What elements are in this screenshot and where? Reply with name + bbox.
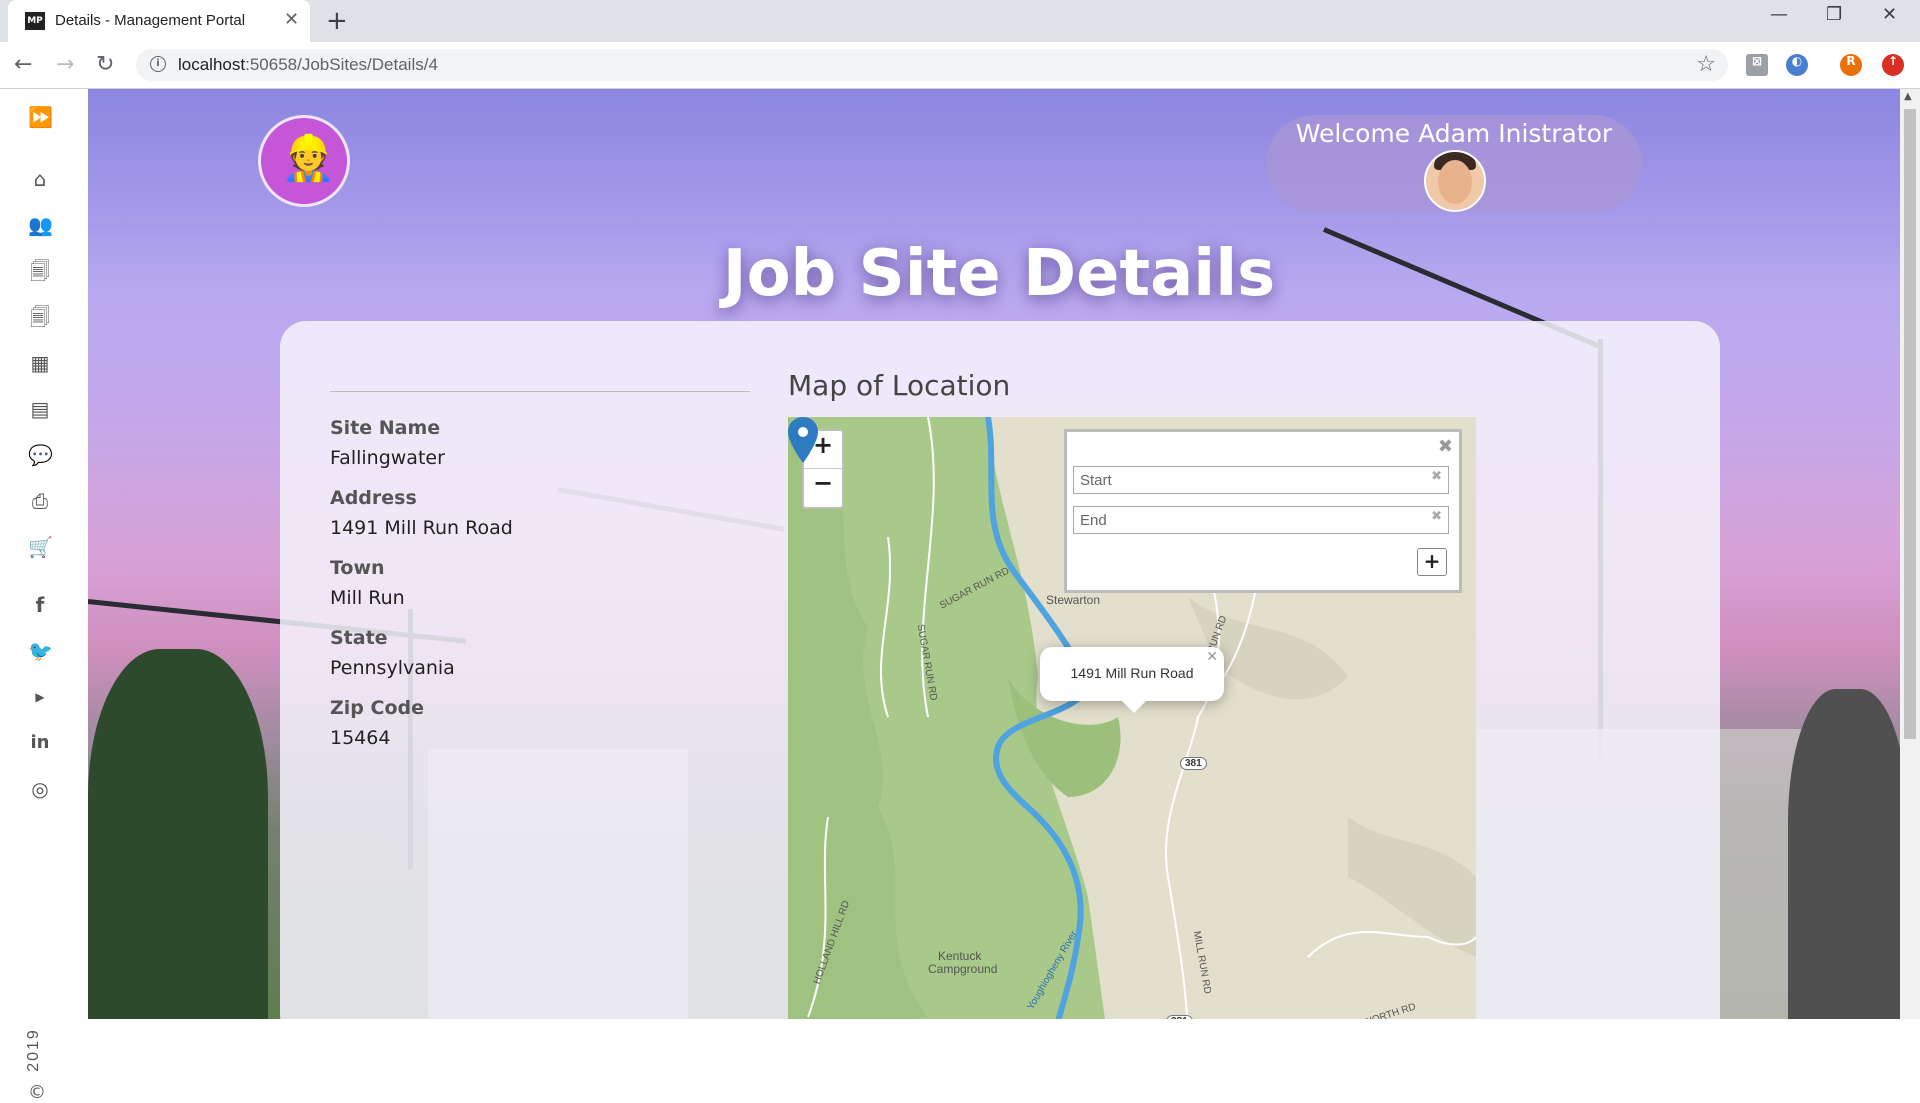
cart-icon[interactable]: 🛒: [28, 535, 53, 559]
worker-icon: 👷: [281, 133, 336, 184]
town-value: Mill Run: [330, 587, 405, 609]
twitter-icon[interactable]: 🐦: [28, 639, 53, 663]
popup-close-icon[interactable]: ✕: [1206, 649, 1218, 665]
portal-logo[interactable]: 👷: [258, 115, 350, 207]
route-start-input[interactable]: Start ✖: [1073, 466, 1449, 494]
extension-icon[interactable]: ⊠: [1746, 54, 1768, 76]
zoom-out-button[interactable]: −: [804, 469, 842, 507]
copyright-icon: ©: [28, 1082, 46, 1103]
address-bar[interactable]: i localhost:50658/JobSites/Details/4 ☆: [136, 49, 1728, 81]
extension-globe-icon[interactable]: ◐: [1786, 54, 1808, 76]
zip-code-value: 15464: [330, 727, 391, 749]
tab-title: Details - Management Portal: [55, 12, 246, 29]
expand-icon[interactable]: ⏩: [28, 105, 53, 129]
map-label-campground: Campground: [928, 962, 998, 976]
routing-panel: ✖ Start ✖ End ✖ +: [1064, 429, 1462, 593]
route-end-input[interactable]: End ✖: [1073, 506, 1449, 534]
welcome-text: Welcome Adam Inistrator: [1295, 119, 1613, 148]
scroll-thumb[interactable]: [1904, 109, 1916, 739]
close-window-icon[interactable]: ✕: [1882, 4, 1897, 25]
minimize-icon[interactable]: —: [1770, 4, 1788, 25]
scroll-up-icon[interactable]: ▲: [1904, 91, 1912, 102]
marker-popup: 1491 Mill Run Road ✕: [1040, 647, 1224, 713]
favicon-icon: MP: [25, 12, 45, 30]
state-label: State: [330, 627, 388, 649]
url-text[interactable]: localhost:50658/JobSites/Details/4: [178, 55, 438, 75]
town-label: Town: [330, 557, 385, 579]
popup-address: 1491 Mill Run Road: [1070, 665, 1194, 681]
tab-close-icon[interactable]: ✕: [284, 9, 299, 30]
documents-icon-2[interactable]: 🗐: [28, 305, 52, 329]
start-placeholder: Start: [1080, 472, 1112, 489]
browser-tab-strip: MP Details - Management Portal ✕ + — ❐ ✕: [0, 0, 1920, 42]
user-avatar[interactable]: [1424, 150, 1486, 212]
address-value: 1491 Mill Run Road: [330, 517, 513, 539]
url-host: localhost: [178, 55, 246, 74]
map[interactable]: + − ✖ Start ✖ End ✖ + Stewarton SUGAR RUN …: [788, 417, 1476, 1019]
browser-tab[interactable]: MP Details - Management Portal ✕: [8, 0, 310, 42]
home-icon[interactable]: ⌂: [28, 167, 52, 191]
map-label-stewarton: Stewarton: [1046, 593, 1101, 607]
site-name-label: Site Name: [330, 417, 441, 439]
update-icon[interactable]: ↑: [1882, 54, 1904, 76]
clear-start-icon[interactable]: ✖: [1431, 469, 1442, 484]
route-shield: 381: [1180, 757, 1207, 770]
welcome-panel: Welcome Adam Inistrator: [1266, 115, 1642, 213]
copyright-year: 2019: [24, 1019, 52, 1079]
instagram-icon[interactable]: ◎: [28, 777, 52, 801]
zip-code-label: Zip Code: [330, 697, 424, 719]
excavator: [1788, 689, 1900, 1019]
trees: [88, 649, 268, 1019]
page-title: Job Site Details: [722, 237, 1276, 311]
end-placeholder: End: [1080, 512, 1107, 529]
url-path: :50658/JobSites/Details/4: [245, 55, 438, 74]
calendar-icon[interactable]: ▦: [28, 351, 52, 375]
profile-avatar[interactable]: R: [1840, 54, 1862, 76]
location-marker-icon[interactable]: [788, 417, 818, 463]
details-card: Site Name Fallingwater Address 1491 Mill…: [280, 321, 1720, 1019]
main-content: 👷 Welcome Adam Inistrator Job Site Detai…: [88, 89, 1900, 1019]
back-icon[interactable]: ←: [14, 52, 32, 77]
news-icon[interactable]: ▤: [28, 397, 52, 421]
divider: [330, 391, 750, 392]
youtube-icon[interactable]: ▶: [28, 685, 52, 709]
forward-icon[interactable]: →: [56, 52, 74, 77]
year-text: 2019: [24, 1028, 42, 1072]
info-icon[interactable]: i: [150, 56, 166, 72]
address-label: Address: [330, 487, 417, 509]
bookmark-star-icon[interactable]: ☆: [1696, 52, 1716, 77]
facebook-icon[interactable]: f: [28, 593, 52, 617]
routing-close-icon[interactable]: ✖: [1438, 436, 1453, 457]
sidebar: ⏩ ⌂ 👥 🗐 🗐 ▦ ▤ 💬 ⎙ 🛒 f 🐦 ▶ in ◎ 2019 ©: [0, 89, 88, 1103]
chat-icon[interactable]: 💬: [28, 443, 53, 467]
linkedin-icon[interactable]: in: [28, 731, 52, 755]
reload-icon[interactable]: ↻: [96, 52, 114, 77]
print-icon[interactable]: ⎙: [28, 489, 52, 513]
map-heading: Map of Location: [788, 369, 1011, 402]
map-label-kentuck: Kentuck: [938, 949, 982, 963]
route-shield: 381: [1166, 1015, 1193, 1019]
users-icon[interactable]: 👥: [28, 213, 53, 237]
new-tab-button[interactable]: +: [326, 6, 348, 36]
page-scrollbar[interactable]: ▲: [1900, 89, 1920, 1019]
restore-icon[interactable]: ❐: [1826, 4, 1842, 25]
state-value: Pennsylvania: [330, 657, 455, 679]
browser-toolbar: ← → ↻ i localhost:50658/JobSites/Details…: [0, 42, 1920, 89]
add-waypoint-button[interactable]: +: [1417, 548, 1447, 576]
documents-icon[interactable]: 🗐: [28, 259, 52, 283]
clear-end-icon[interactable]: ✖: [1431, 509, 1442, 524]
site-name-value: Fallingwater: [330, 447, 445, 469]
